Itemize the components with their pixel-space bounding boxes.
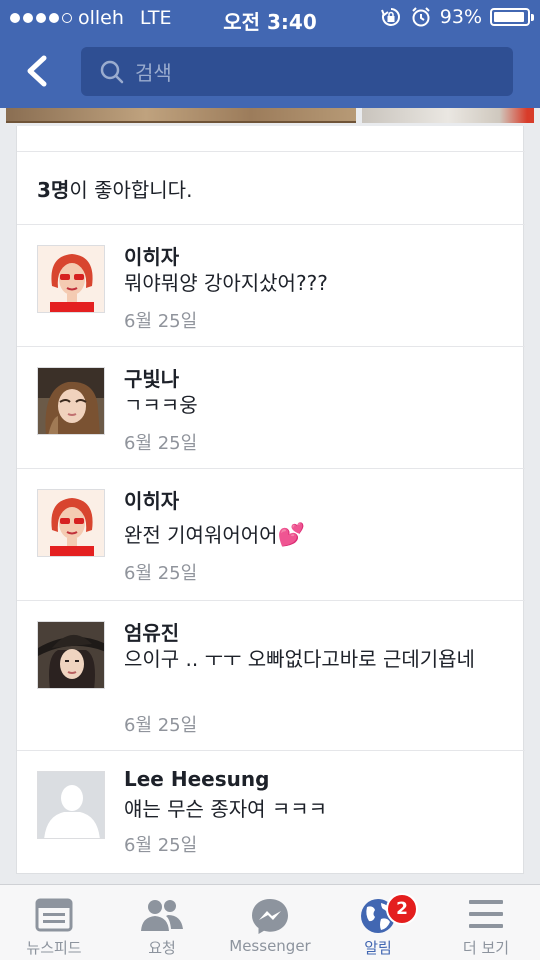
news-feed-icon [35, 898, 73, 932]
battery-percent: 93% [439, 6, 482, 28]
woman-photo-avatar-icon [38, 368, 104, 434]
avatar[interactable] [37, 621, 105, 689]
alarm-icon [412, 7, 430, 27]
top-navigation-bar: olleh LTE 오전 3:40 93% 검색 [0, 0, 540, 108]
comment-item: Lee Heesung 얘는 무슨 종자여 ㅋㅋㅋ 6월 25일 [17, 750, 525, 874]
comment-author[interactable]: 엄유진 [124, 617, 179, 646]
battery-icon [490, 8, 534, 26]
likes-count: 3명 [37, 177, 70, 202]
notification-badge: 2 [386, 893, 418, 925]
back-button[interactable] [18, 50, 58, 92]
comment-author[interactable]: 이히자 [124, 485, 179, 514]
comment-item: 이히자 완전 기여워어어어💕 6월 25일 [17, 468, 525, 600]
post-photo[interactable] [362, 108, 534, 123]
hearts-emoji-icon: 💕 [277, 523, 305, 548]
comment-author[interactable]: 이히자 [124, 241, 179, 270]
friend-requests-icon [141, 900, 183, 931]
avatar[interactable] [37, 489, 105, 557]
comment-item: 이히자 뭐야뭐양 강아지샀어??? 6월 25일 [17, 224, 525, 346]
tab-news-feed[interactable]: 뉴스피드 [0, 885, 108, 960]
avatar[interactable] [37, 771, 105, 839]
comment-item: 구빛나 ㄱㅋㅋ웅 6월 25일 [17, 346, 525, 468]
tab-label: 알림 [364, 939, 392, 957]
tab-requests[interactable]: 요청 [108, 885, 216, 960]
comment-date: 6월 25일 [124, 311, 198, 332]
comment-date: 6월 25일 [124, 835, 198, 856]
comment-date: 6월 25일 [124, 563, 198, 584]
post-card: 3명 이 좋아합니다. 이히자 뭐야뭐양 강아지샀어??? 6월 25일 구빛나… [16, 126, 525, 874]
woman-hat-avatar-icon [38, 622, 104, 688]
status-icons: 93% [380, 6, 534, 28]
tab-more[interactable]: 더 보기 [432, 885, 540, 960]
comment-text-body: 완전 기여워어어어 [124, 523, 278, 547]
comment-text: 완전 기여워어어어💕 [124, 521, 504, 550]
comment-date: 6월 25일 [124, 715, 198, 736]
comment-item: 엄유진 으이구 .. ㅜㅜ 오빠없다고바로 근데기욥네 6월 25일 [17, 600, 525, 750]
tab-label: Messenger [229, 937, 311, 955]
red-hair-woman-avatar-icon [38, 490, 104, 556]
avatar[interactable] [37, 367, 105, 435]
rotation-lock-icon [380, 8, 400, 26]
comment-author[interactable]: Lee Heesung [124, 767, 269, 791]
comment-text: 얘는 무슨 종자여 ㅋㅋㅋ [124, 797, 328, 821]
post-photo[interactable] [6, 108, 356, 123]
status-bar: olleh LTE 오전 3:40 93% [0, 0, 540, 36]
search-icon [100, 60, 124, 83]
menu-icon [469, 900, 503, 928]
comment-text: 으이구 .. ㅜㅜ 오빠없다고바로 근데기욥네 [124, 647, 475, 671]
tab-label: 요청 [148, 939, 176, 957]
messenger-icon [252, 899, 288, 934]
tab-notifications[interactable]: 2 알림 [324, 885, 432, 960]
default-profile-silhouette-icon [38, 772, 104, 838]
search-placeholder: 검색 [135, 61, 172, 85]
likes-text: 이 좋아합니다. [69, 177, 193, 202]
search-input[interactable]: 검색 [81, 47, 513, 96]
likes-summary[interactable]: 3명 이 좋아합니다. [17, 151, 525, 224]
comment-author[interactable]: 구빛나 [124, 363, 179, 392]
back-chevron-icon [27, 55, 47, 87]
avatar[interactable] [37, 245, 105, 313]
comment-text: 뭐야뭐양 강아지샀어??? [124, 271, 328, 295]
tab-label: 더 보기 [462, 939, 510, 957]
red-hair-woman-avatar-icon [38, 246, 104, 312]
tab-messenger[interactable]: Messenger [216, 885, 324, 960]
battery-level [494, 12, 524, 22]
tab-label: 뉴스피드 [26, 939, 82, 957]
comment-date: 6월 25일 [124, 433, 198, 454]
post-photos [0, 108, 540, 126]
bottom-tab-bar: 뉴스피드 요청 Messenger 2 알림 더 보기 [0, 884, 540, 960]
comment-text: ㄱㅋㅋ웅 [124, 393, 198, 417]
